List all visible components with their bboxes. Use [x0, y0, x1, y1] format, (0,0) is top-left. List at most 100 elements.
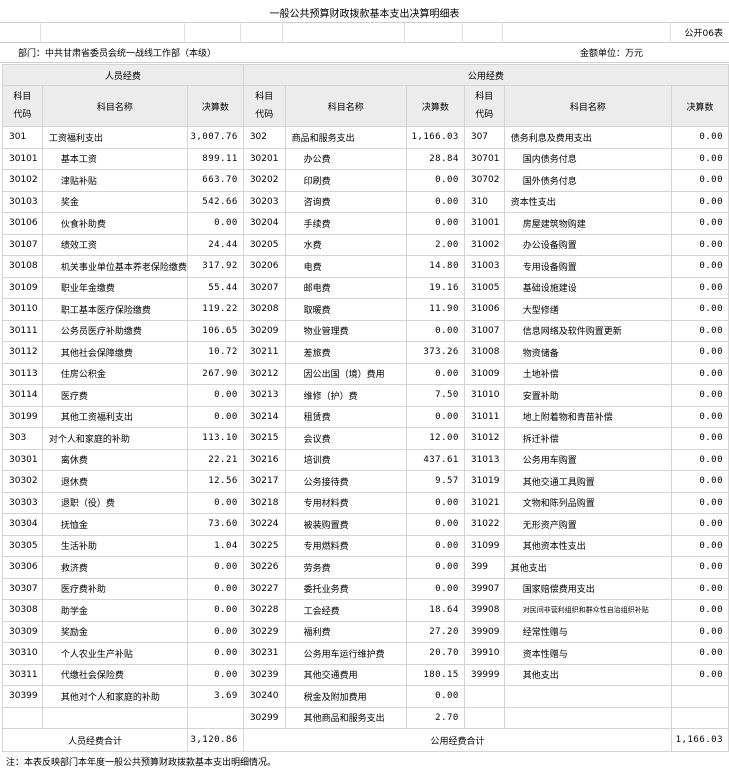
cell-amount: 0.00 [186, 405, 244, 428]
cell-code: 30108 [2, 255, 43, 278]
cell-amount: 0.00 [671, 384, 729, 407]
cell-code: 31006 [463, 298, 505, 321]
cell-name: 职业年金缴费 [41, 276, 188, 299]
cell-code: 31099 [463, 534, 505, 557]
cell-amount: 0.00 [186, 642, 244, 665]
cell-code: 39999 [463, 663, 505, 686]
cell-name: 奖励金 [41, 620, 188, 643]
cell-name: 公务用车运行维护费 [284, 642, 408, 665]
cell-name: 邮电费 [284, 276, 408, 299]
cell-amount: 0.00 [671, 491, 729, 514]
cell-name: 绩效工资 [41, 233, 188, 256]
cell-amount: 0.00 [406, 534, 465, 557]
cell-amount: 437.61 [406, 448, 465, 471]
cell-name: 印刷费 [284, 169, 408, 192]
table-row: 30114 医疗费 0.00 30213 维修（护）费 7.50 31010 安置补助 0.00 [2, 384, 729, 407]
cell-code: 30205 [242, 233, 286, 256]
cell-code: 30217 [242, 470, 286, 493]
table-row: 30113 住房公积金 267.90 30212 因公出国（境）费用 0.00 31009 土… [2, 362, 729, 385]
cell-code: 30102 [2, 169, 43, 192]
cell-amount: 373.26 [406, 341, 465, 364]
cell-code [463, 685, 505, 708]
cell-name: 其他对个人和家庭的补助 [41, 685, 188, 708]
table-row: 30310 个人农业生产补贴 0.00 30231 公务用车运行维护费 20.70 3991… [2, 642, 729, 665]
cell-code: 30109 [2, 276, 43, 299]
cell-amount: 12.56 [186, 470, 244, 493]
cell-code: 30701 [463, 147, 505, 170]
cell-code: 30301 [2, 448, 43, 471]
cell-amount: 0.00 [671, 276, 729, 299]
cell-amount: 9.57 [406, 470, 465, 493]
cell-amount: 3.69 [186, 685, 244, 708]
cell-name: 其他支出 [503, 663, 673, 686]
cell-amount: 0.00 [671, 319, 729, 342]
cell-name: 取暖费 [284, 298, 408, 321]
cell-name: 生活补助 [41, 534, 188, 557]
cell-name: 代缴社会保险费 [41, 663, 188, 686]
cell-code: 31007 [463, 319, 505, 342]
cell-amount: 0.00 [406, 685, 465, 708]
cell-code: 31013 [463, 448, 505, 471]
cell-name: 其他交通工具购置 [503, 470, 673, 493]
cell-name: 退休费 [41, 470, 188, 493]
cell-code [2, 706, 43, 729]
cell-code: 30110 [2, 298, 43, 321]
cell-code: 31021 [463, 491, 505, 514]
cell-code: 30112 [2, 341, 43, 364]
cell-amount: 113.10 [186, 427, 244, 450]
cell-name: 个人农业生产补贴 [41, 642, 188, 665]
personnel-header: 人员经费 [2, 64, 244, 86]
table-row: 30106 伙食补助费 0.00 30204 手续费 0.00 31001 房屋建筑物购建 0.… [2, 212, 729, 235]
cell-code: 31010 [463, 384, 505, 407]
personnel-total-value: 3,120.86 [186, 728, 244, 752]
cell-code: 30305 [2, 534, 43, 557]
cell-name: 助学金 [41, 599, 188, 622]
cell-amount [671, 706, 729, 729]
cell-name: 房屋建筑物购建 [503, 212, 673, 235]
cell-name: 住房公积金 [41, 362, 188, 385]
cell-code: 30227 [242, 577, 286, 600]
cell-amount: 0.00 [671, 126, 729, 149]
table-row: 30305 生活补助 1.04 30225 专用燃料费 0.00 31099 其他资本性支出 0… [2, 534, 729, 557]
cell-code: 30225 [242, 534, 286, 557]
cell-amount: 0.00 [671, 642, 729, 665]
cell-name: 因公出国（境）费用 [284, 362, 408, 385]
cell-name: 大型修缮 [503, 298, 673, 321]
cell-code: 30214 [242, 405, 286, 428]
amount-header: 决算数 [406, 85, 465, 127]
code-header-line1: 科目 [475, 92, 494, 102]
cell-name: 税金及附加费用 [284, 685, 408, 708]
cell-amount: 0.00 [671, 577, 729, 600]
table-row: 30304 抚恤金 73.60 30224 被装购置费 0.00 31022 无形资产购置 0.… [2, 513, 729, 536]
cell-name: 公务员医疗补助缴费 [41, 319, 188, 342]
cell-name: 商品和服务支出 [284, 126, 408, 149]
cell-code: 30215 [242, 427, 286, 450]
cell-name: 国内债务付息 [503, 147, 673, 170]
form-code: 公开06表 [684, 29, 723, 39]
cell-amount: 0.00 [406, 556, 465, 579]
name-header: 科目名称 [503, 85, 673, 127]
name-header: 科目名称 [41, 85, 188, 127]
cell-code: 30229 [242, 620, 286, 643]
table-row: 30308 助学金 0.00 30228 工会经费 18.64 39908 对民间非营利组织和… [2, 599, 729, 622]
cell-name [41, 706, 188, 729]
table-row: 30306 救济费 0.00 30226 劳务费 0.00 399 其他支出 0.00 [2, 556, 729, 579]
cell-amount: 12.00 [406, 427, 465, 450]
cell-name: 抚恤金 [41, 513, 188, 536]
name-header: 科目名称 [284, 85, 408, 127]
cell-amount: 899.11 [186, 147, 244, 170]
cell-code: 31012 [463, 427, 505, 450]
cell-code: 30208 [242, 298, 286, 321]
table-row: 30107 绩效工资 24.44 30205 水费 2.00 31002 办公设备购置 0.00 [2, 233, 729, 256]
cell-code: 30216 [242, 448, 286, 471]
table-row: 303 对个人和家庭的补助 113.10 30215 会议费 12.00 31012 拆迁补偿… [2, 427, 729, 450]
report-sheet: 一般公共预算财政拨款基本支出决算明细表 公开06表 部门：中共甘肃省委员会统一战… [0, 0, 729, 773]
cell-code: 31001 [463, 212, 505, 235]
cell-name: 地上附着物和青苗补偿 [503, 405, 673, 428]
cell-amount: 0.00 [406, 212, 465, 235]
cell-name: 资本性支出 [503, 190, 673, 213]
cell-name: 职工基本医疗保险缴费 [41, 298, 188, 321]
cell-code: 30702 [463, 169, 505, 192]
cell-name: 专用材料费 [284, 491, 408, 514]
cell-amount: 0.00 [671, 362, 729, 385]
